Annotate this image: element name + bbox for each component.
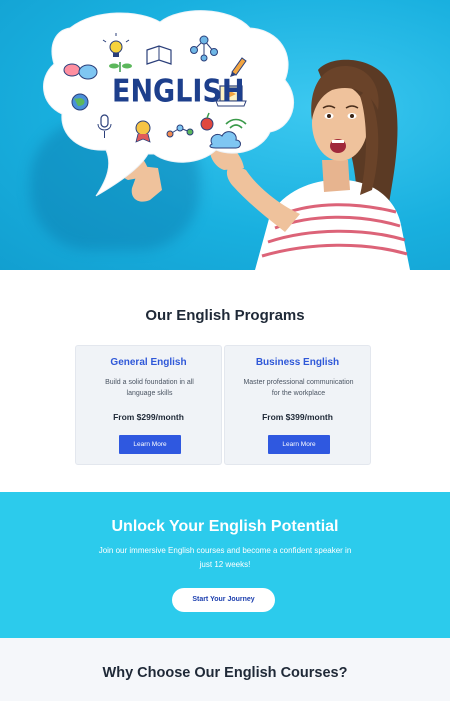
card-description: Build a solid foundation in all language…: [105, 379, 194, 397]
programs-section: Our English Programs General English Bui…: [0, 270, 450, 492]
learn-more-button[interactable]: Learn More: [268, 435, 330, 454]
why-section: Why Choose Our English Courses?: [0, 638, 450, 701]
award-icon: [135, 120, 151, 143]
card-description: Master professional communication for th…: [243, 379, 354, 397]
cta-title: Unlock Your English Potential: [111, 518, 339, 535]
cta-section: Unlock Your English Potential Join our i…: [0, 492, 450, 638]
card-title: Business English: [255, 357, 340, 368]
hero-image: ENGLISH: [0, 0, 450, 270]
program-card-general: General English Build a solid foundation…: [75, 345, 222, 465]
speech-bubble: [43, 10, 295, 197]
bubble-title: ENGLISH: [112, 73, 245, 110]
program-card-business: Business English Master professional com…: [224, 345, 371, 465]
start-journey-button[interactable]: Start Your Journey: [172, 588, 275, 612]
card-title: General English: [110, 357, 187, 368]
programs-title: Our English Programs: [145, 307, 305, 324]
why-title: Why Choose Our English Courses?: [102, 665, 348, 681]
card-price: From $399/month: [262, 412, 333, 422]
cta-text: Join our immersive English courses and b…: [98, 546, 352, 569]
learn-more-button[interactable]: Learn More: [119, 435, 181, 454]
globe-icon: [71, 93, 89, 111]
card-price: From $299/month: [113, 412, 184, 422]
